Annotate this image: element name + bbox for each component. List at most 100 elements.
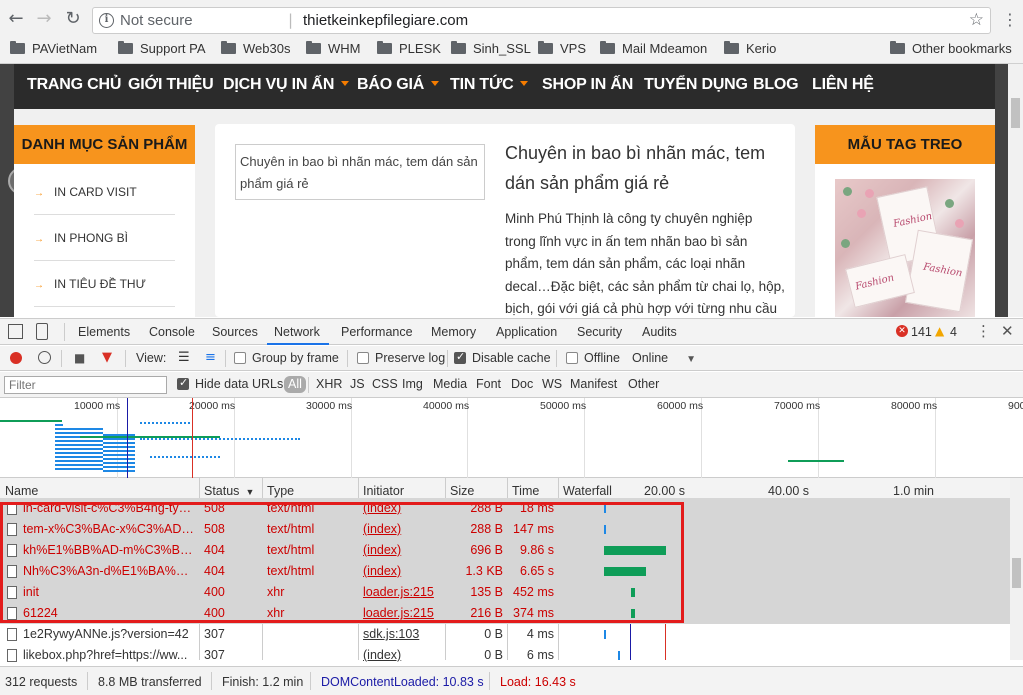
column-header-type[interactable]: Type xyxy=(267,484,294,498)
tab-performance[interactable]: Performance xyxy=(341,325,413,339)
bookmark-item[interactable]: PLESK xyxy=(377,41,441,59)
network-toolbar: ■ ▼ View: ☰ ≡ Group by frame Preserve lo… xyxy=(0,346,1023,371)
filter-type-js[interactable]: JS xyxy=(350,377,365,391)
checkbox-checked[interactable] xyxy=(454,350,466,364)
inspect-element-icon[interactable] xyxy=(8,324,23,339)
filter-type-media[interactable]: Media xyxy=(433,377,467,391)
tab-memory[interactable]: Memory xyxy=(431,325,476,339)
warning-count[interactable]: 4 xyxy=(950,325,957,339)
scrollbar-thumb[interactable] xyxy=(1012,558,1021,588)
browser-menu-icon[interactable]: ⋮ xyxy=(1002,10,1018,30)
request-initiator[interactable]: sdk.js:103 xyxy=(363,627,443,641)
filter-input[interactable] xyxy=(4,376,167,394)
nav-item[interactable]: TUYỂN DỤNG xyxy=(644,76,748,94)
page-scrollbar[interactable] xyxy=(1008,64,1023,317)
waterfall-view-icon[interactable]: ≡ xyxy=(205,350,216,365)
tab-application[interactable]: Application xyxy=(496,325,557,339)
url-text[interactable]: thietkeinkepfilegiare.com xyxy=(303,12,468,29)
disable-cache-toggle[interactable]: Disable cache xyxy=(454,350,551,365)
bookmark-item[interactable]: Kerio xyxy=(724,41,776,59)
bookmark-item[interactable]: PAVietNam xyxy=(10,41,97,59)
column-header-status[interactable]: Status ▼ xyxy=(204,484,254,498)
column-header-initiator[interactable]: Initiator xyxy=(363,484,404,498)
nav-item[interactable]: SHOP IN ẤN xyxy=(542,76,633,94)
tab-console[interactable]: Console xyxy=(149,325,195,339)
column-header-name[interactable]: Name xyxy=(5,484,38,498)
nav-item[interactable]: TRANG CHỦ xyxy=(27,76,121,94)
table-scrollbar[interactable] xyxy=(1010,478,1023,660)
reload-icon[interactable]: ↻ xyxy=(63,9,83,29)
post-title[interactable]: Chuyên in bao bì nhãn mác, tem dán sản p… xyxy=(505,138,775,198)
info-icon[interactable]: i xyxy=(99,13,114,28)
throttle-select[interactable]: Online ▼ xyxy=(632,351,696,365)
preserve-log-toggle[interactable]: Preserve log xyxy=(357,351,445,365)
filter-type-all[interactable]: All xyxy=(284,376,306,393)
chevron-down-icon xyxy=(520,81,529,86)
bookmark-item[interactable]: Support PA xyxy=(118,41,206,59)
warning-icon[interactable]: ▲ xyxy=(935,324,944,338)
bookmark-star-icon[interactable]: ☆ xyxy=(969,10,984,30)
record-icon[interactable] xyxy=(10,352,22,364)
checkbox[interactable] xyxy=(566,352,578,364)
filter-type-font[interactable]: Font xyxy=(476,377,501,391)
filter-type-other[interactable]: Other xyxy=(628,377,659,391)
error-icon[interactable]: ✕ xyxy=(896,325,908,337)
devtools-menu-icon[interactable]: ⋮ xyxy=(976,322,991,340)
network-overview[interactable]: 10000 ms 20000 ms 30000 ms 40000 ms 5000… xyxy=(0,398,1023,478)
bookmark-item[interactable]: Mail Mdeamon xyxy=(600,41,707,59)
other-bookmarks[interactable]: Other bookmarks xyxy=(890,41,1012,59)
request-initiator[interactable]: (index) xyxy=(363,648,443,662)
group-by-frame-toggle[interactable]: Group by frame xyxy=(234,351,339,365)
bookmark-item[interactable]: WHM xyxy=(306,41,361,59)
large-rows-icon[interactable]: ☰ xyxy=(178,350,190,365)
tab-sources[interactable]: Sources xyxy=(212,325,258,339)
category-item[interactable]: → IN PHONG BÌ xyxy=(34,215,175,261)
tab-elements[interactable]: Elements xyxy=(78,325,130,339)
back-icon[interactable]: ← xyxy=(6,9,26,29)
error-count[interactable]: 141 xyxy=(911,325,932,339)
nav-item[interactable]: LIÊN HỆ xyxy=(812,76,874,94)
filter-type-css[interactable]: CSS xyxy=(372,377,398,391)
checkbox[interactable] xyxy=(234,352,246,364)
nav-item[interactable]: BÁO GIÁ xyxy=(357,76,440,94)
broken-image[interactable]: Chuyên in bao bì nhãn mác, tem dán sản p… xyxy=(235,144,485,200)
column-header-size[interactable]: Size xyxy=(450,484,474,498)
table-row[interactable]: 1e2RywyANNe.js?version=42 307 sdk.js:103 0 … xyxy=(0,624,1010,645)
column-header-time[interactable]: Time xyxy=(512,484,539,498)
tab-audits[interactable]: Audits xyxy=(642,325,677,339)
filter-type-ws[interactable]: WS xyxy=(542,377,562,391)
bookmark-item[interactable]: Web30s xyxy=(221,41,290,59)
offline-toggle[interactable]: Offline xyxy=(566,351,620,365)
tag-product-image[interactable]: Fashion Fashion Fashion xyxy=(835,179,975,317)
nav-item[interactable]: TIN TỨC xyxy=(450,76,529,94)
address-bar[interactable]: i Not secure | thietkeinkepfilegiare.com… xyxy=(92,7,991,34)
checkbox[interactable] xyxy=(357,352,369,364)
nav-item[interactable]: GIỚI THIỆU xyxy=(128,76,214,94)
filter-type-manifest[interactable]: Manifest xyxy=(570,377,617,391)
forward-icon[interactable]: → xyxy=(34,9,54,29)
filter-type-doc[interactable]: Doc xyxy=(511,377,533,391)
table-row[interactable]: likebox.php?href=https://ww... 307 (index)… xyxy=(0,645,1010,666)
nav-label: DỊCH VỤ IN ẤN xyxy=(223,76,335,93)
column-header-waterfall[interactable]: Waterfall xyxy=(563,484,612,498)
device-toolbar-icon[interactable] xyxy=(36,323,48,340)
close-icon[interactable]: ✕ xyxy=(1001,322,1014,340)
bookmark-item[interactable]: VPS xyxy=(538,41,586,59)
scrollbar-thumb[interactable] xyxy=(1011,98,1020,128)
request-size: 0 B xyxy=(484,627,503,641)
nav-item[interactable]: DỊCH VỤ IN ẤN xyxy=(223,76,350,94)
filter-type-img[interactable]: Img xyxy=(402,377,423,391)
tab-security[interactable]: Security xyxy=(577,325,622,339)
checkbox-checked[interactable] xyxy=(177,376,189,390)
hide-data-urls-toggle[interactable]: Hide data URLs xyxy=(177,376,283,391)
nav-item[interactable]: BLOG xyxy=(753,76,799,94)
clear-icon[interactable] xyxy=(38,351,51,364)
camera-icon[interactable]: ■ xyxy=(74,351,85,365)
tab-network[interactable]: Network xyxy=(274,325,320,339)
filter-icon[interactable]: ▼ xyxy=(102,350,112,365)
category-item[interactable]: → IN CARD VISIT xyxy=(34,169,175,215)
category-item[interactable]: → IN TIÊU ĐỀ THƯ xyxy=(34,261,175,307)
bookmark-item[interactable]: Sinh_SSL xyxy=(451,41,531,59)
folder-icon xyxy=(306,41,321,54)
filter-type-xhr[interactable]: XHR xyxy=(316,377,342,391)
